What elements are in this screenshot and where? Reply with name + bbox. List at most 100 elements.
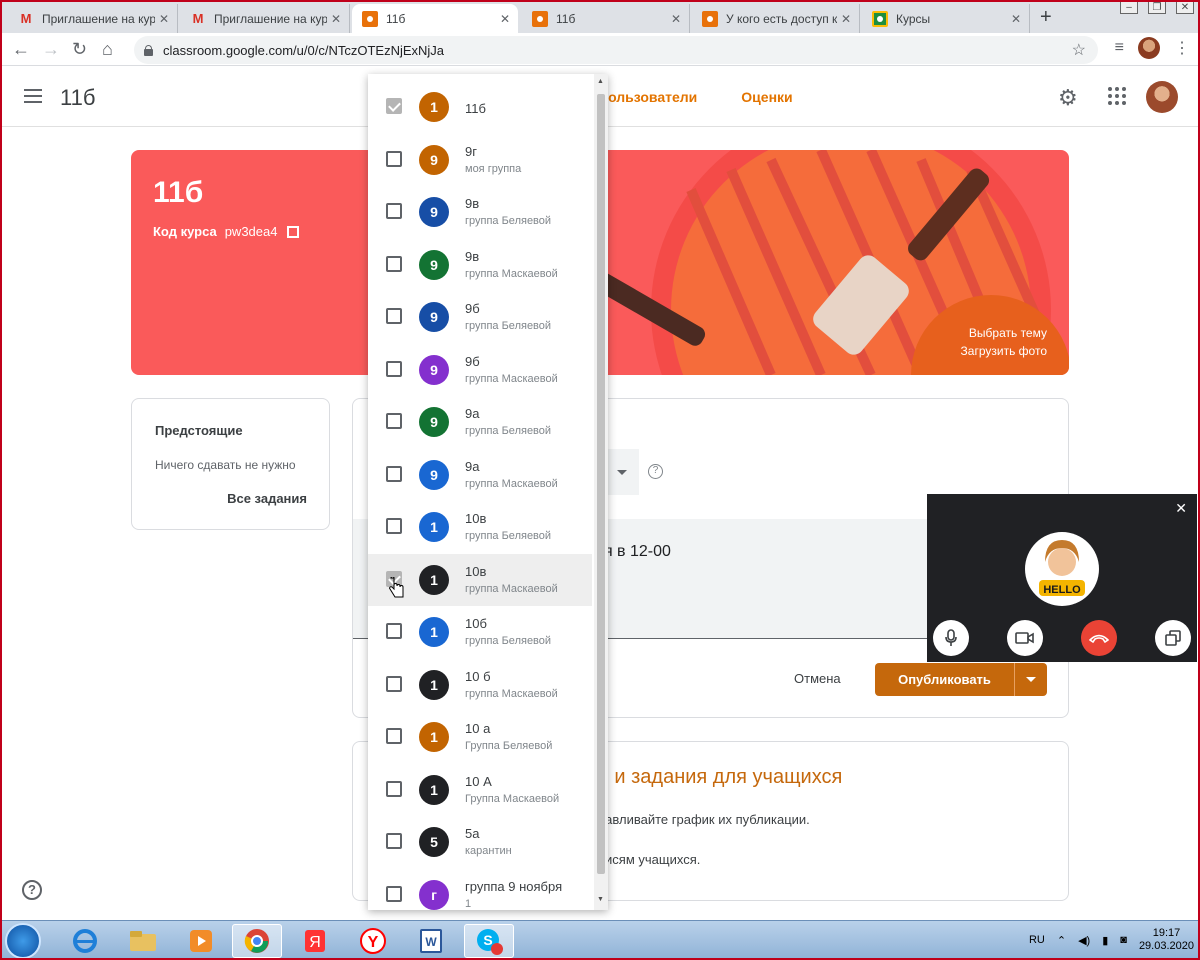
video-call-popup: ✕ HELLO — [927, 494, 1197, 662]
class-option[interactable]: 1 10в группа Беляевой — [368, 501, 592, 553]
browser-tab-strip: M Приглашение на курс ✕ M Приглашение на кур… — [0, 0, 1200, 33]
word-icon[interactable]: W — [406, 924, 456, 958]
help-icon[interactable]: ? — [648, 464, 663, 479]
chrome-icon[interactable] — [232, 924, 282, 958]
scroll-down-arrow-icon[interactable]: ▼ — [597, 896, 604, 903]
all-assignments-link[interactable]: Все задания — [227, 491, 307, 506]
bookmark-star-icon[interactable]: ☆ — [1072, 40, 1086, 60]
class-option[interactable]: 9 9а группа Маскаевой — [368, 449, 592, 501]
hang-up-button[interactable] — [1081, 620, 1117, 656]
close-window-button[interactable]: ✕ — [1176, 0, 1194, 14]
scroll-up-arrow-icon[interactable]: ▲ — [597, 78, 604, 85]
language-indicator[interactable]: RU — [1029, 934, 1045, 946]
close-tab-icon[interactable]: ✕ — [331, 12, 341, 26]
address-bar[interactable]: classroom.google.com/u/0/c/NTczOTEzNjExN… — [134, 36, 1098, 64]
tray-up-arrow-icon[interactable]: ⌃ — [1057, 934, 1066, 947]
class-checkbox[interactable] — [386, 150, 402, 167]
browser-tab[interactable]: 11б ✕ — [522, 4, 690, 33]
class-name: 10 а — [465, 721, 491, 736]
new-tab-button[interactable]: + — [1040, 6, 1052, 29]
class-option[interactable]: 9 9а группа Беляевой — [368, 396, 592, 448]
class-checkbox[interactable] — [386, 413, 402, 429]
scrollbar-thumb[interactable] — [597, 94, 605, 874]
class-checkbox[interactable] — [386, 833, 402, 849]
class-option[interactable]: 9 9б группа Маскаевой — [368, 344, 592, 396]
restore-button[interactable]: ❐ — [1148, 0, 1166, 14]
forward-icon[interactable]: → — [42, 39, 60, 60]
class-checkbox[interactable] — [386, 255, 402, 272]
home-icon[interactable]: ⌂ — [102, 39, 113, 60]
minimize-button[interactable]: – — [1120, 0, 1138, 14]
class-option[interactable]: 9 9в группа Маскаевой — [368, 239, 592, 291]
fullscreen-icon[interactable] — [287, 225, 300, 238]
skype-icon[interactable]: S — [464, 924, 514, 958]
file-explorer-icon[interactable] — [118, 924, 168, 958]
start-button[interactable] — [5, 923, 41, 959]
media-controls-icon[interactable]: ≡ — [1115, 39, 1124, 57]
class-name: 5а — [465, 826, 480, 841]
publish-button[interactable]: Опубликовать — [875, 663, 1047, 696]
microphone-button[interactable] — [933, 620, 969, 656]
upload-photo-link[interactable]: Загрузить фото — [961, 342, 1047, 360]
class-checkbox[interactable] — [386, 360, 402, 377]
close-icon[interactable]: ✕ — [1175, 500, 1187, 517]
publish-options-arrow-icon[interactable] — [1014, 663, 1047, 696]
close-tab-icon[interactable]: ✕ — [500, 12, 510, 26]
class-checkbox[interactable] — [386, 203, 402, 219]
class-checkbox[interactable] — [386, 98, 402, 114]
tab-grades[interactable]: Оценки — [741, 89, 792, 105]
course-title[interactable]: 11б — [60, 85, 95, 111]
browser-tab[interactable]: M Приглашение на курс ✕ — [8, 4, 178, 33]
volume-icon[interactable]: ◀) — [1078, 934, 1090, 947]
class-checkbox[interactable] — [386, 623, 402, 639]
class-checkbox[interactable] — [386, 308, 402, 324]
close-tab-icon[interactable]: ✕ — [671, 12, 681, 26]
browser-tab[interactable]: У кого есть доступ к ✕ — [692, 4, 860, 33]
action-center-icon[interactable]: ◙ — [1120, 934, 1127, 946]
browser-tab[interactable]: Курсы ✕ — [862, 4, 1030, 33]
class-checkbox[interactable] — [386, 728, 402, 744]
close-tab-icon[interactable]: ✕ — [1011, 12, 1021, 26]
close-tab-icon[interactable]: ✕ — [159, 12, 169, 26]
browser-tab[interactable]: 11б ✕ — [352, 4, 518, 33]
main-menu-icon[interactable] — [24, 89, 42, 103]
class-checkbox[interactable] — [386, 885, 402, 902]
class-option[interactable]: 9 9б группа Беляевой — [368, 291, 592, 343]
browser-menu-icon[interactable]: ⋮ — [1174, 38, 1190, 58]
reload-icon[interactable]: ↻ — [72, 39, 87, 60]
class-checkbox[interactable] — [386, 518, 402, 534]
browser-tab[interactable]: M Приглашение на курс ✕ — [180, 4, 350, 33]
profile-avatar[interactable] — [1138, 37, 1160, 59]
select-theme-link[interactable]: Выбрать тему — [961, 324, 1047, 342]
yandex-browser-icon[interactable]: Я — [290, 924, 340, 958]
class-checkbox[interactable] — [386, 675, 402, 692]
account-avatar[interactable] — [1146, 81, 1178, 113]
class-option[interactable]: 9 9в группа Беляевой — [368, 186, 592, 238]
internet-explorer-icon[interactable] — [60, 924, 110, 958]
gear-icon[interactable]: ⚙ — [1058, 85, 1078, 111]
pop-out-button[interactable] — [1155, 620, 1191, 656]
class-checkbox[interactable] — [386, 780, 402, 797]
apps-grid-icon[interactable] — [1108, 87, 1126, 105]
class-option[interactable]: 1 10б группа Беляевой — [368, 606, 592, 658]
yandex-icon[interactable]: Y — [348, 924, 398, 958]
back-icon[interactable]: ← — [12, 39, 30, 60]
clock[interactable]: 19:17 29.03.2020 — [1139, 927, 1194, 953]
network-icon[interactable]: ▮ — [1102, 934, 1108, 947]
close-tab-icon[interactable]: ✕ — [841, 12, 851, 26]
media-player-icon[interactable] — [176, 924, 226, 958]
class-option[interactable]: 1 10 а Группа Беляевой — [368, 711, 592, 763]
class-name: 9б — [465, 301, 480, 316]
class-option[interactable]: 1 10 А Группа Маскаевой — [368, 764, 592, 816]
cancel-button[interactable]: Отмена — [794, 671, 841, 686]
class-option[interactable]: 9 9г моя группа — [368, 134, 592, 186]
tab-people[interactable]: Пользователи — [598, 89, 697, 105]
class-option[interactable]: 1 11б — [368, 81, 592, 133]
dropdown-scrollbar[interactable]: ▲ ▼ — [594, 74, 608, 910]
class-option[interactable]: г группа 9 ноября 1 — [368, 869, 592, 911]
class-option[interactable]: 1 10 б группа Маскаевой — [368, 659, 592, 711]
camera-button[interactable] — [1007, 620, 1043, 656]
help-button[interactable]: ? — [22, 880, 42, 900]
class-option[interactable]: 5 5а карантин — [368, 816, 592, 868]
class-checkbox[interactable] — [386, 465, 402, 482]
